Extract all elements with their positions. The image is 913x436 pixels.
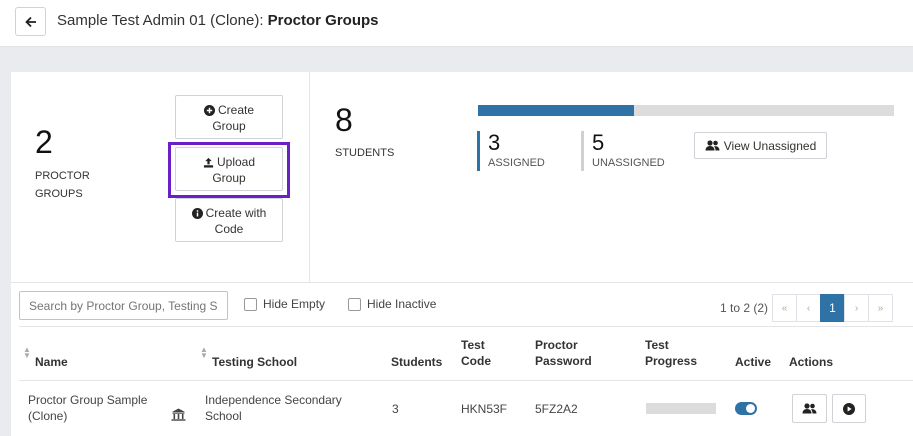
next-page-button[interactable]: › [844, 294, 869, 322]
hide-inactive-checkbox[interactable]: Hide Inactive [348, 297, 436, 311]
column-header-proctor-password: Proctor Password [535, 338, 592, 368]
column-header-name[interactable]: Name [35, 354, 68, 370]
cell-name: Proctor Group Sample (Clone) [28, 393, 148, 423]
top-bar: Sample Test Admin 01 (Clone): Proctor Gr… [0, 0, 913, 47]
column-header-test-progress: Test Progress [645, 338, 698, 368]
cell-proctor-password: 5FZ2A2 [535, 402, 578, 416]
create-with-code-button[interactable]: Create with Code [175, 198, 283, 242]
table-header-divider [19, 380, 913, 381]
page-1-button[interactable]: 1 [820, 294, 845, 322]
column-header-testing-school[interactable]: Testing School [212, 354, 297, 370]
plus-circle-icon [203, 105, 215, 116]
prev-page-button[interactable]: ‹ [796, 294, 821, 322]
start-test-button[interactable] [832, 394, 866, 423]
divider [11, 282, 913, 283]
upload-group-highlight [168, 142, 290, 198]
proctor-groups-label: PROCTOR GROUPS [35, 170, 90, 200]
sort-icon[interactable]: ▲ ▼ [23, 346, 31, 360]
toggle-knob [746, 404, 755, 413]
play-circle-icon [843, 402, 855, 415]
proctor-groups-count: 2 [35, 124, 53, 160]
page-title: Sample Test Admin 01 (Clone): Proctor Gr… [57, 12, 379, 29]
column-header-test-code: Test Code [461, 338, 491, 368]
sort-icon[interactable]: ▲ ▼ [200, 346, 208, 360]
column-header-active: Active [735, 355, 772, 369]
arrow-left-icon [24, 16, 36, 27]
create-group-button[interactable]: Create Group [175, 95, 283, 139]
assignment-progress-bar [478, 105, 894, 116]
column-header-students: Students [391, 355, 443, 369]
checkbox-box[interactable] [244, 297, 257, 311]
hide-empty-checkbox[interactable]: Hide Empty [244, 297, 325, 311]
pagination-range: 1 to 2 (2) [720, 301, 769, 315]
students-action-button[interactable] [792, 394, 827, 423]
cell-test-code: HKN53F [461, 402, 508, 416]
column-header-actions: Actions [789, 355, 834, 369]
main-panel: 2 PROCTOR GROUPS Create Group Upload Gro… [11, 72, 913, 436]
cell-students: 3 [392, 402, 399, 416]
table-top-line [19, 326, 913, 327]
students-count: 8 [335, 102, 353, 138]
test-progress-bar [646, 403, 716, 414]
active-toggle[interactable] [735, 402, 757, 415]
back-button[interactable] [15, 7, 46, 36]
info-circle-icon [191, 208, 203, 219]
checkbox-box[interactable] [348, 297, 361, 311]
last-page-button[interactable]: » [868, 294, 893, 322]
unassigned-stat: 5 UNASSIGNED [581, 131, 665, 171]
users-icon [802, 403, 817, 414]
proctor-groups-summary: 2 PROCTOR GROUPS Create Group Upload Gro… [11, 72, 310, 282]
pagination: « ‹ 1 › » [772, 294, 893, 322]
assignment-progress-fill [478, 105, 634, 116]
school-icon [171, 408, 186, 421]
cell-testing-school: Independence Secondary School [205, 393, 342, 423]
search-input[interactable] [19, 291, 228, 320]
view-unassigned-button[interactable]: View Unassigned [694, 132, 827, 159]
first-page-button[interactable]: « [772, 294, 797, 322]
students-label: STUDENTS [335, 147, 395, 159]
assigned-stat: 3 ASSIGNED [477, 131, 545, 171]
users-icon [705, 140, 720, 151]
